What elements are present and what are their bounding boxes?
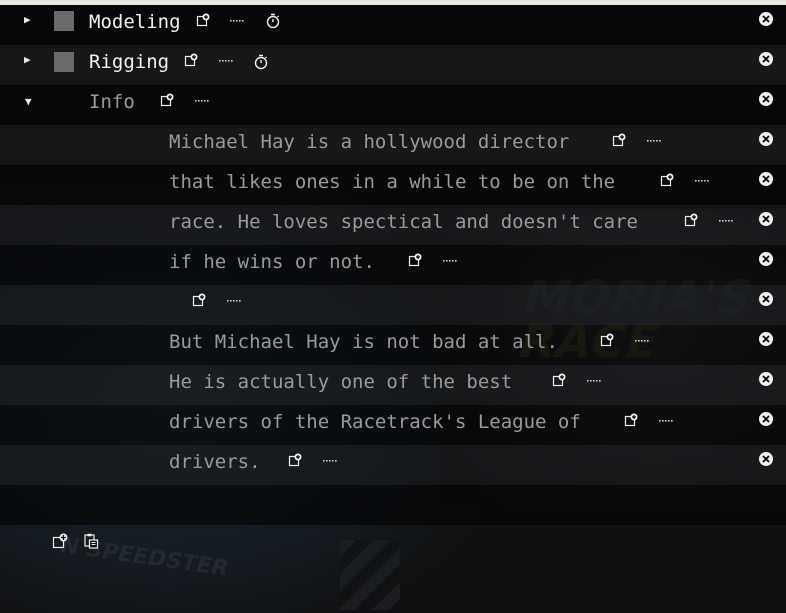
background-chevrons	[340, 540, 400, 610]
close-icon[interactable]	[758, 171, 774, 187]
more-icon[interactable]	[719, 219, 733, 223]
close-icon[interactable]	[758, 91, 774, 107]
more-icon[interactable]	[443, 259, 457, 263]
more-icon[interactable]	[227, 299, 241, 303]
outline-row-rigging[interactable]: ▶ Rigging	[0, 45, 786, 85]
timer-icon[interactable]	[253, 54, 269, 70]
outline-row-modeling[interactable]: ▶ Modeling	[0, 5, 786, 45]
expand-arrow-icon[interactable]: ▶	[24, 53, 31, 66]
row-label[interactable]: Michael Hay is a hollywood director	[169, 131, 569, 153]
outline-row-text[interactable]: Michael Hay is a hollywood director	[0, 125, 786, 165]
more-icon[interactable]	[195, 99, 209, 103]
add-item-icon[interactable]	[192, 293, 206, 307]
outline-row-info[interactable]: ▼ Info	[0, 85, 786, 125]
outline-row-text[interactable]: if he wins or not.	[0, 245, 786, 285]
more-icon[interactable]	[219, 59, 233, 63]
expand-arrow-icon[interactable]: ▶	[24, 13, 31, 26]
outline-footer-bar	[0, 485, 786, 525]
close-icon[interactable]	[758, 451, 774, 467]
add-item-icon[interactable]	[184, 53, 198, 67]
more-icon[interactable]	[587, 379, 601, 383]
more-icon[interactable]	[323, 459, 337, 463]
row-label[interactable]: if he wins or not.	[169, 251, 375, 273]
row-label[interactable]: Rigging	[89, 51, 169, 73]
close-icon[interactable]	[758, 411, 774, 427]
color-swatch[interactable]	[54, 52, 74, 72]
add-item-icon[interactable]	[160, 93, 174, 107]
add-item-icon[interactable]	[288, 453, 302, 467]
more-icon[interactable]	[635, 339, 649, 343]
more-icon[interactable]	[230, 19, 244, 23]
add-item-icon[interactable]	[684, 213, 698, 227]
close-icon[interactable]	[758, 211, 774, 227]
more-icon[interactable]	[659, 419, 673, 423]
add-item-icon[interactable]	[52, 533, 68, 549]
close-icon[interactable]	[758, 131, 774, 147]
close-icon[interactable]	[758, 291, 774, 307]
outline-row-text[interactable]: He is actually one of the best	[0, 365, 786, 405]
add-item-icon[interactable]	[624, 413, 638, 427]
more-icon[interactable]	[647, 139, 661, 143]
color-swatch[interactable]	[54, 11, 74, 31]
more-icon[interactable]	[695, 179, 709, 183]
outline-row-text[interactable]: But Michael Hay is not bad at all.	[0, 325, 786, 365]
paste-icon[interactable]	[83, 533, 99, 549]
row-label[interactable]: He is actually one of the best	[169, 371, 512, 393]
add-item-icon[interactable]	[196, 13, 210, 27]
close-icon[interactable]	[758, 51, 774, 67]
outline-row-text[interactable]: that likes ones in a while to be on the	[0, 165, 786, 205]
row-label[interactable]: But Michael Hay is not bad at all.	[169, 331, 558, 353]
outline-row-text[interactable]: race. He loves spectical and doesn't car…	[0, 205, 786, 245]
outline-row-empty[interactable]	[0, 285, 786, 325]
row-label[interactable]: that likes ones in a while to be on the	[169, 171, 615, 193]
close-icon[interactable]	[758, 371, 774, 387]
close-icon[interactable]	[758, 251, 774, 267]
close-icon[interactable]	[758, 331, 774, 347]
row-label[interactable]: Info	[89, 91, 135, 113]
outline-row-text[interactable]: drivers of the Racetrack's League of	[0, 405, 786, 445]
add-item-icon[interactable]	[408, 253, 422, 267]
close-icon[interactable]	[758, 11, 774, 27]
timer-icon[interactable]	[265, 13, 281, 29]
collapse-arrow-icon[interactable]: ▼	[25, 95, 32, 108]
add-item-icon[interactable]	[600, 333, 614, 347]
add-item-icon[interactable]	[660, 173, 674, 187]
row-label[interactable]: Modeling	[89, 11, 181, 33]
row-label[interactable]: drivers of the Racetrack's League of	[169, 411, 581, 433]
row-label[interactable]: drivers.	[169, 451, 261, 473]
outline-row-text[interactable]: drivers.	[0, 445, 786, 485]
add-item-icon[interactable]	[612, 133, 626, 147]
row-label[interactable]: race. He loves spectical and doesn't car…	[169, 211, 638, 233]
add-item-icon[interactable]	[552, 373, 566, 387]
